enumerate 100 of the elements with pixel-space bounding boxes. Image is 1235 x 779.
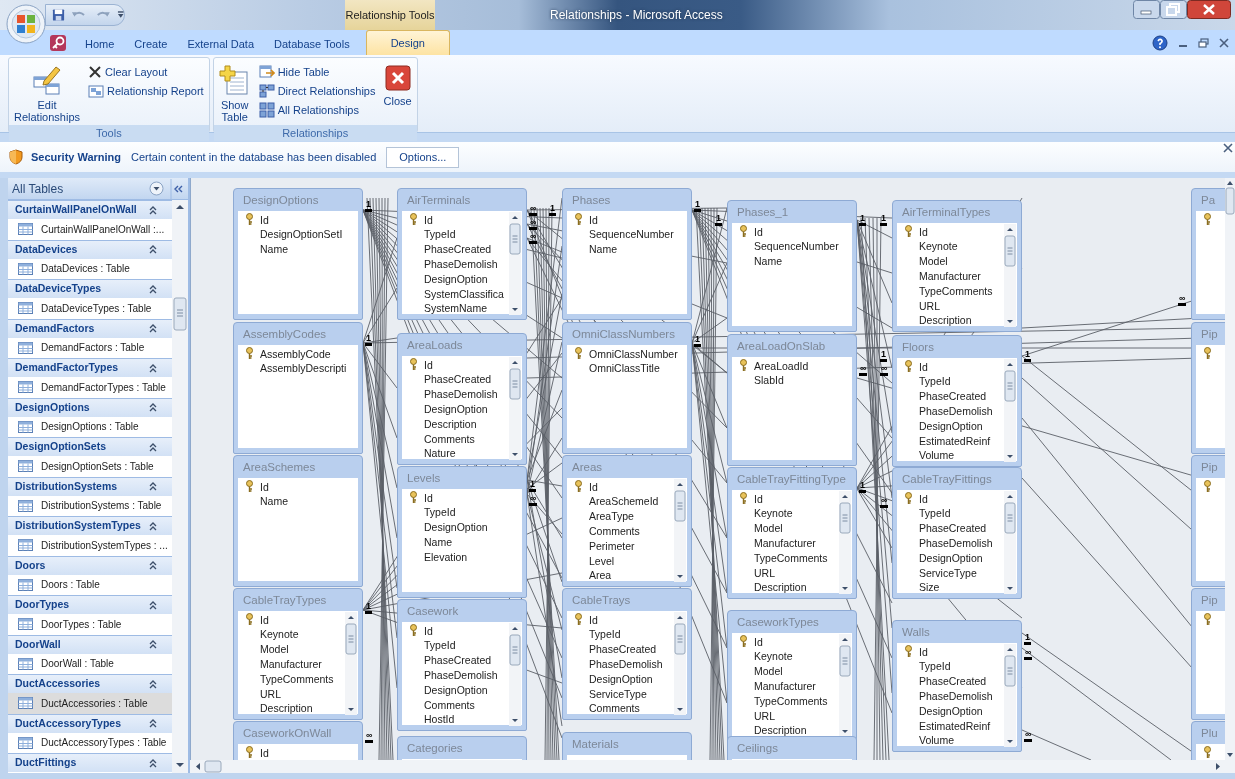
field-name[interactable]: Id [754, 224, 763, 239]
group-header[interactable]: DataDeviceTypes [8, 279, 172, 298]
field-name[interactable]: PhaseDemolish [919, 688, 993, 703]
field-name[interactable]: Id [424, 623, 433, 638]
field-name[interactable]: Id [260, 479, 269, 494]
close-button[interactable] [1187, 0, 1231, 19]
field-name[interactable]: Manufacturer [754, 678, 816, 693]
field-name[interactable]: Name [589, 242, 617, 257]
field-name[interactable]: SystemName [424, 301, 487, 316]
field-name[interactable]: Id [919, 644, 928, 659]
office-button[interactable] [6, 4, 46, 44]
field-name[interactable]: AssemblyDescripti [260, 361, 347, 376]
scrollbar[interactable] [509, 357, 521, 460]
field-name[interactable]: SystemClassifica [424, 286, 504, 301]
ribbon-tab[interactable]: Design [365, 30, 450, 55]
field-name[interactable]: Name [754, 254, 782, 269]
field-name[interactable]: URL [754, 565, 775, 580]
field-name[interactable]: Manufacturer [260, 656, 322, 671]
field-name[interactable]: Id [260, 212, 269, 227]
group-header[interactable]: DuctFittings [8, 753, 172, 772]
table-window[interactable]: AirTerminalTypes Id Keynote Model Manufacturer TypeComments URL Description [892, 200, 1022, 332]
field-name[interactable]: DesignOption [919, 550, 983, 565]
field-name[interactable]: Id [260, 745, 269, 760]
field-name[interactable]: PhaseCreated [424, 653, 492, 668]
field-name[interactable]: DesignOption [589, 671, 653, 686]
field-name[interactable]: Id [589, 212, 598, 227]
ribbon-button[interactable]: Show Table [216, 60, 253, 123]
field-name[interactable]: Id [919, 491, 928, 506]
collapse-icon[interactable] [148, 520, 158, 532]
group-header[interactable]: DemandFactorTypes [8, 358, 172, 377]
field-name[interactable]: EstimatedReinf [919, 718, 991, 733]
scrollbar[interactable] [509, 623, 521, 726]
scrollbar[interactable] [1225, 178, 1235, 760]
ribbon-button[interactable]: Edit Relationships [12, 60, 83, 123]
table-window[interactable]: Levels Id TypeId DesignOption Name Elevation [397, 466, 527, 598]
table-window[interactable]: AirTerminals Id TypeId PhaseCreated PhaseDemolish DesignOption SystemClassifica SystemName [397, 188, 527, 320]
ribbon-button[interactable]: Relationship Report [86, 81, 206, 101]
field-name[interactable]: Id [754, 491, 763, 506]
field-name[interactable]: Keynote [754, 649, 793, 664]
dropdown-icon[interactable] [149, 181, 164, 196]
field-name[interactable]: PhaseDemolish [424, 667, 498, 682]
close-icon[interactable] [1223, 143, 1233, 153]
field-name[interactable]: TypeComments [754, 550, 828, 565]
field-name[interactable]: ServiceType [919, 565, 977, 580]
field-name[interactable]: PhaseDemolish [589, 656, 663, 671]
navigation-item[interactable]: DuctAccessories : Table [8, 693, 172, 714]
table-window[interactable]: CaseworkOnWall Id [233, 721, 363, 760]
collapse-icon[interactable] [148, 560, 158, 571]
ribbon-button[interactable]: Hide Table [256, 62, 378, 82]
scrollbar[interactable] [1004, 491, 1016, 594]
field-name[interactable]: Comments [424, 697, 475, 712]
field-name[interactable]: DesignOption [919, 703, 983, 718]
field-name[interactable]: Perimeter [589, 538, 635, 553]
table-window[interactable]: Areas Id AreaSchemeId AreaType Comments Perimeter Level Area [562, 455, 692, 587]
field-name[interactable]: AssemblyCode [260, 346, 331, 361]
field-name[interactable]: PhaseDemolish [919, 403, 993, 418]
field-name[interactable]: Description [260, 701, 313, 716]
scrollbar[interactable] [839, 491, 851, 594]
scrollbar[interactable] [674, 612, 686, 715]
field-name[interactable]: TypeId [424, 505, 456, 520]
scrollbar[interactable] [674, 479, 686, 582]
field-name[interactable]: SlabId [754, 373, 784, 388]
field-name[interactable]: URL [260, 686, 281, 701]
field-name[interactable]: Comments [424, 431, 475, 446]
field-name[interactable]: Manufacturer [919, 268, 981, 283]
ribbon-tab[interactable]: Database Tools [264, 33, 360, 55]
scrollbar[interactable] [1004, 644, 1016, 747]
field-name[interactable]: AreaSchemeId [589, 494, 659, 509]
field-name[interactable]: Size [919, 580, 940, 595]
options-button[interactable]: Options... [386, 146, 460, 168]
minimize-button[interactable] [1133, 0, 1160, 19]
table-window[interactable]: AssemblyCodes AssemblyCode AssemblyDescripti [233, 322, 363, 454]
field-name[interactable]: PhaseCreated [424, 372, 492, 387]
scrollbar[interactable] [509, 212, 521, 315]
table-window[interactable]: AreaSchemes Id Name [233, 455, 363, 587]
field-name[interactable]: DesignOption [919, 418, 983, 433]
collapse-icon[interactable] [148, 362, 158, 374]
field-name[interactable]: PhaseDemolish [424, 256, 498, 271]
field-name[interactable]: Description [754, 723, 807, 738]
field-name[interactable]: TypeComments [754, 693, 828, 708]
field-name[interactable]: Id [424, 357, 433, 372]
collapse-icon[interactable] [148, 639, 158, 650]
scrollbar[interactable] [190, 760, 1235, 773]
table-window[interactable]: CableTrayFittingType Id Keynote Model Manufacturer TypeComments URL Description [727, 467, 857, 599]
scrollbar[interactable] [345, 612, 357, 715]
group-header[interactable]: CurtainWallPanelOnWall [8, 200, 172, 219]
collapse-icon[interactable] [148, 481, 158, 492]
field-name[interactable]: Id [424, 490, 433, 505]
field-name[interactable]: Nature [424, 446, 456, 461]
ribbon-tab[interactable]: Home [75, 33, 125, 55]
scrollbar[interactable] [1004, 224, 1016, 327]
field-name[interactable]: Elevation [424, 549, 468, 564]
field-name[interactable]: DesignOption [424, 271, 488, 286]
ribbon-button[interactable]: Clear Layout [86, 62, 206, 82]
table-window[interactable]: Walls Id TypeId PhaseCreated PhaseDemolish DesignOption EstimatedReinf Volume [892, 620, 1022, 752]
field-name[interactable]: Id [260, 612, 269, 627]
field-name[interactable]: Level [589, 553, 615, 568]
field-name[interactable]: Comments [589, 701, 640, 716]
ribbon-button[interactable]: Direct Relationships [256, 81, 378, 101]
field-name[interactable]: DesignOption [424, 682, 488, 697]
